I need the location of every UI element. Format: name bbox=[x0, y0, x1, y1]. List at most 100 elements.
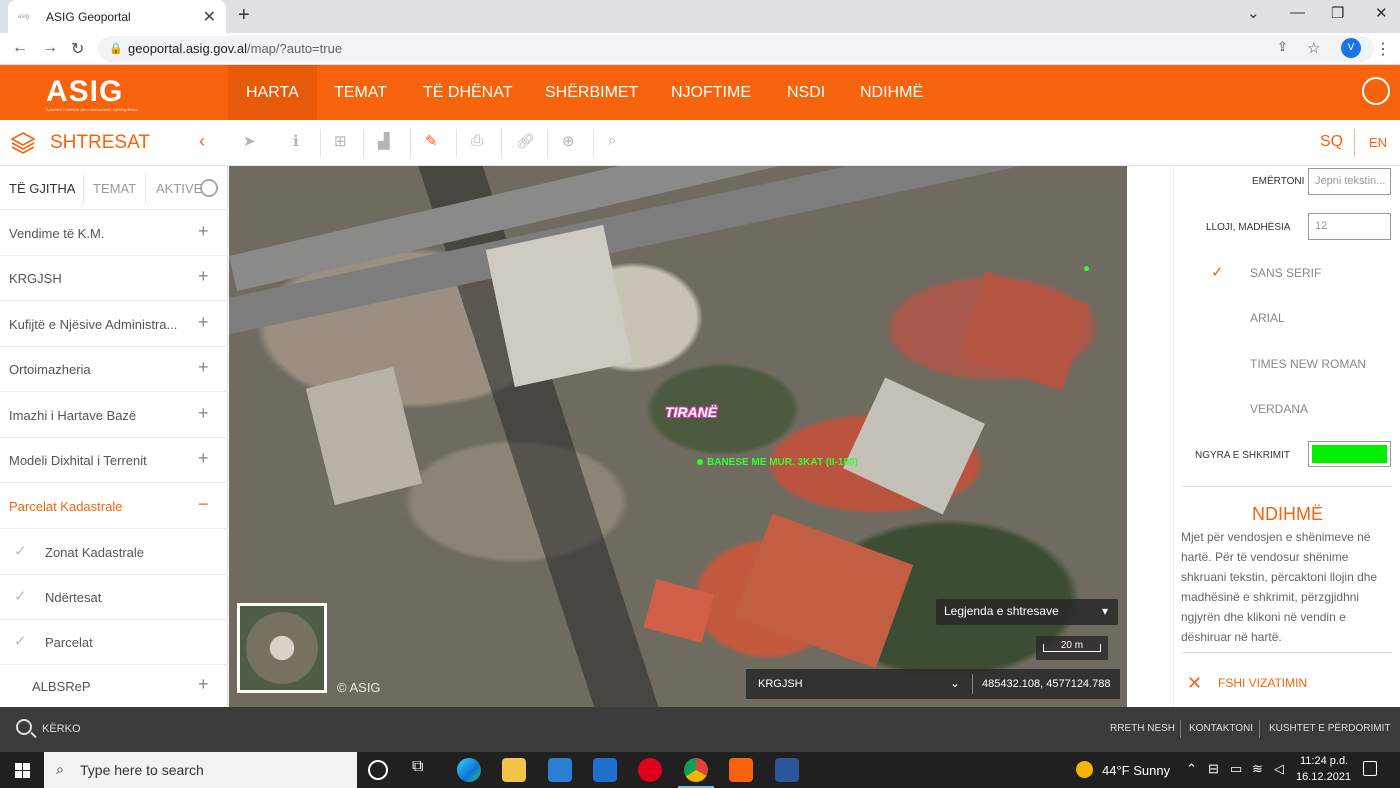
nav-harta[interactable]: HARTA bbox=[228, 65, 317, 120]
cortana-icon[interactable] bbox=[368, 760, 388, 780]
nav-nsdi[interactable]: NSDI bbox=[769, 65, 843, 120]
overview-minimap[interactable] bbox=[237, 603, 327, 693]
expand-icon[interactable]: + bbox=[198, 448, 209, 469]
expand-icon[interactable]: + bbox=[198, 357, 209, 378]
word-icon[interactable] bbox=[775, 758, 799, 782]
expand-icon[interactable]: + bbox=[198, 403, 209, 424]
draw-edit-icon[interactable]: ✎ bbox=[425, 132, 438, 150]
expand-icon[interactable]: + bbox=[198, 221, 209, 242]
expand-icon[interactable]: + bbox=[198, 674, 209, 695]
footer-link-contact[interactable]: KONTAKTONI bbox=[1189, 723, 1253, 734]
footer-link-about[interactable]: RRETH NESH bbox=[1110, 723, 1175, 734]
lang-sq-link[interactable]: SQ bbox=[1320, 133, 1343, 151]
task-view-icon[interactable]: ⧉ bbox=[412, 758, 436, 782]
chrome-icon[interactable] bbox=[678, 758, 714, 788]
store-icon[interactable] bbox=[548, 758, 572, 782]
wifi-icon[interactable]: ≋ bbox=[1252, 761, 1263, 777]
print-icon[interactable]: ⎙ bbox=[471, 132, 483, 149]
footer-search-link[interactable]: KËRKO bbox=[42, 723, 81, 735]
clock-date[interactable]: 16.12.2021 bbox=[1296, 771, 1351, 783]
back-icon[interactable]: ← bbox=[12, 39, 28, 57]
sublayer-row[interactable]: ✓ Ndërtesat bbox=[0, 575, 228, 620]
opera-icon[interactable] bbox=[638, 758, 662, 782]
collapse-panel-icon[interactable]: ‹ bbox=[199, 131, 205, 152]
clock-time[interactable]: 11:24 p.d. bbox=[1300, 755, 1348, 767]
clear-drawing-button[interactable]: FSHI VIZATIMIN bbox=[1218, 676, 1307, 690]
battery-icon[interactable]: ▭ bbox=[1230, 761, 1242, 777]
layer-group-row[interactable]: Kufijtë e Njësive Administra... + bbox=[0, 302, 228, 347]
expand-icon[interactable]: + bbox=[198, 266, 209, 287]
check-icon[interactable]: ✓ bbox=[14, 587, 27, 605]
edge-icon[interactable] bbox=[457, 758, 481, 782]
projection-select[interactable]: KRGJSH bbox=[758, 678, 803, 690]
nav-temat[interactable]: TEMAT bbox=[316, 65, 405, 120]
user-account-icon[interactable] bbox=[1362, 77, 1390, 105]
file-explorer-icon[interactable] bbox=[502, 758, 526, 782]
map-canvas[interactable]: TIRANË BANESE ME MUR. 3KAT (II-180) © AS… bbox=[229, 166, 1127, 707]
font-option-times[interactable]: TIMES NEW ROMAN bbox=[1250, 357, 1366, 371]
select-pointer-icon[interactable]: ➤ bbox=[243, 132, 256, 150]
font-option-sans-serif[interactable]: SANS SERIF bbox=[1250, 266, 1321, 280]
profile-avatar[interactable]: V bbox=[1341, 38, 1361, 58]
font-option-verdana[interactable]: VERDANA bbox=[1250, 402, 1308, 416]
nav-njoftime[interactable]: NJOFTIME bbox=[653, 65, 769, 120]
layer-legend-dropdown[interactable]: Legjenda e shtresave ▾ bbox=[936, 599, 1118, 625]
maximize-icon[interactable]: ❐ bbox=[1331, 4, 1344, 22]
layer-group-row[interactable]: Vendime të K.M. + bbox=[0, 211, 228, 256]
collapse-icon[interactable]: − bbox=[198, 494, 209, 515]
chevron-down-icon[interactable]: ⌄ bbox=[950, 676, 960, 690]
browser-tab[interactable]: asig ASIG Geoportal ✕ bbox=[8, 0, 226, 33]
elevation-profile-icon[interactable]: ▟ bbox=[378, 132, 390, 150]
weather-text[interactable]: 44°F Sunny bbox=[1102, 763, 1170, 778]
tab-all[interactable]: TË GJITHA bbox=[9, 181, 75, 196]
lang-en-link[interactable]: EN bbox=[1369, 135, 1387, 150]
measure-area-icon[interactable]: ⊞ bbox=[334, 132, 347, 150]
share-icon[interactable]: ⇪ bbox=[1277, 39, 1288, 55]
nav-sherbimet[interactable]: SHËRBIMET bbox=[527, 65, 656, 120]
text-input[interactable]: Jepni tekstin... bbox=[1308, 168, 1391, 195]
expand-icon[interactable]: + bbox=[198, 312, 209, 333]
taskbar-search-box[interactable]: ⌕ Type here to search bbox=[44, 752, 357, 788]
add-layer-icon[interactable]: ⊕ bbox=[562, 132, 575, 150]
chevron-up-icon[interactable]: ⌃ bbox=[1186, 761, 1197, 777]
windows-start-icon[interactable] bbox=[15, 763, 30, 778]
layer-group-row[interactable]: Imazhi i Hartave Bazë + bbox=[0, 393, 228, 438]
nav-te-dhenat[interactable]: TË DHËNAT bbox=[405, 65, 530, 120]
sublayer-row[interactable]: ✓ Parcelat bbox=[0, 620, 228, 665]
search-icon[interactable]: ⌕ bbox=[608, 132, 616, 149]
layer-group-row[interactable]: Modeli Dixhital i Terrenit + bbox=[0, 438, 228, 483]
close-tab-icon[interactable]: ✕ bbox=[203, 7, 216, 27]
asig-logo[interactable]: ASIG bbox=[46, 75, 123, 109]
close-window-icon[interactable]: ✕ bbox=[1375, 4, 1388, 22]
footer-link-terms[interactable]: KUSHTET E PËRDORIMIT bbox=[1269, 723, 1391, 734]
bookmark-star-icon[interactable]: ☆ bbox=[1307, 39, 1320, 57]
tab-themes[interactable]: TEMAT bbox=[93, 181, 136, 196]
close-icon[interactable]: ✕ bbox=[1187, 673, 1202, 694]
app-icon[interactable] bbox=[729, 758, 753, 782]
url-field[interactable]: 🔒 geoportal.asig.gov.al/map/?auto=true bbox=[98, 36, 1374, 62]
gear-icon[interactable] bbox=[200, 179, 218, 197]
info-icon[interactable]: ℹ bbox=[293, 132, 299, 150]
network-icon[interactable]: ⊟ bbox=[1208, 761, 1219, 777]
minimize-icon[interactable]: — bbox=[1290, 4, 1305, 21]
layer-group-row[interactable]: ALBSReP + bbox=[0, 664, 228, 709]
volume-icon[interactable]: ◁ bbox=[1274, 761, 1284, 777]
notification-icon[interactable] bbox=[1363, 761, 1377, 776]
new-tab-icon[interactable]: + bbox=[238, 4, 250, 27]
layer-group-row-open[interactable]: Parcelat Kadastrale − bbox=[0, 484, 228, 529]
font-option-arial[interactable]: ARIAL bbox=[1250, 311, 1285, 325]
search-icon[interactable] bbox=[16, 719, 32, 735]
reload-icon[interactable]: ↻ bbox=[71, 39, 84, 59]
link-icon[interactable]: 🔗︎ bbox=[516, 132, 535, 150]
tab-active[interactable]: AKTIVE bbox=[156, 181, 202, 196]
sublayer-row[interactable]: ✓ Zonat Kadastrale bbox=[0, 530, 228, 575]
layer-group-row[interactable]: Ortoimazheria + bbox=[0, 347, 228, 392]
forward-icon[interactable]: → bbox=[42, 39, 58, 57]
browser-menu-icon[interactable]: ⋮ bbox=[1375, 39, 1391, 59]
nav-ndihme[interactable]: NDIHMË bbox=[842, 65, 941, 120]
check-icon[interactable]: ✓ bbox=[14, 542, 27, 560]
font-size-input[interactable]: 12 bbox=[1308, 213, 1391, 240]
tab-search-icon[interactable]: ⌄ bbox=[1247, 4, 1260, 22]
mail-icon[interactable] bbox=[593, 758, 617, 782]
text-color-picker[interactable] bbox=[1308, 441, 1391, 467]
